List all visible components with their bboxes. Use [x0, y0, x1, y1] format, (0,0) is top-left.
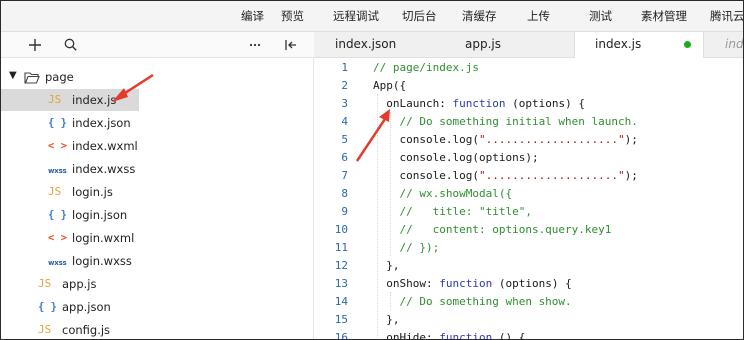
arrow-shaft — [121, 73, 154, 97]
arrow-shaft — [355, 118, 387, 162]
arrow-head — [112, 88, 128, 102]
annotation-arrows — [112, 73, 390, 162]
ide-window: 编译 预览 远程调试 切后台 清缓存 上传 测试 素材管理 腾讯云 ▼ page… — [0, 0, 744, 340]
arrow-to-index-js — [121, 73, 154, 97]
